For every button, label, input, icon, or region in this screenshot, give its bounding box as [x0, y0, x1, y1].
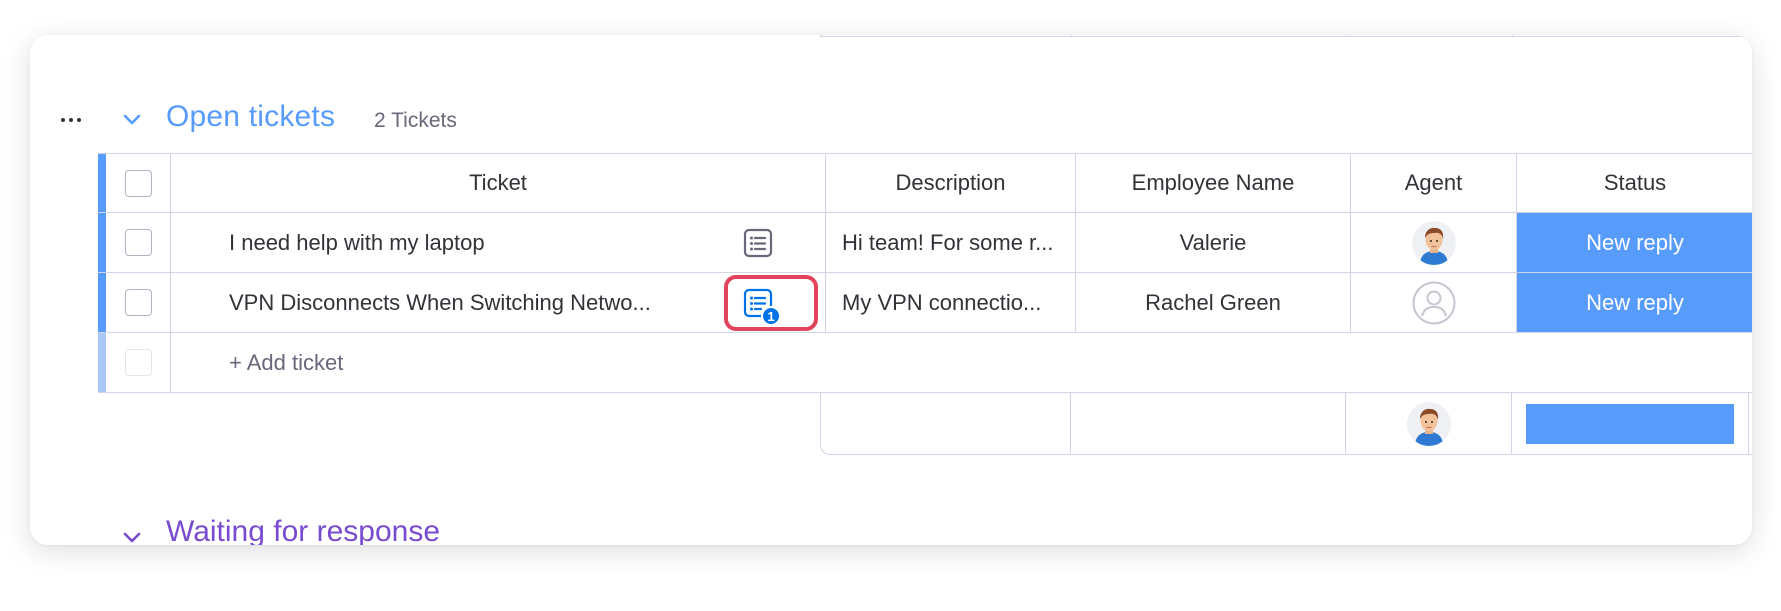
row-select-cell [106, 333, 171, 392]
next-group-title[interactable]: Waiting for response [166, 515, 440, 545]
ticket-name[interactable]: I need help with my laptop [229, 213, 485, 272]
agent-avatar[interactable] [1411, 220, 1456, 265]
updates-list-icon [743, 228, 773, 258]
updates-icon[interactable]: 1 [741, 286, 781, 326]
group-header: Open tickets 2 Tickets [30, 97, 1752, 147]
summary-status[interactable] [1512, 393, 1749, 454]
updates-count-badge: 1 [761, 306, 781, 326]
agent-cell[interactable] [1351, 213, 1517, 272]
add-ticket-row[interactable]: + Add ticket [98, 333, 1752, 393]
column-header-ticket[interactable]: Ticket [171, 154, 826, 212]
status-cell[interactable]: New reply [1517, 213, 1752, 272]
status-label[interactable]: New reply [1517, 273, 1752, 332]
select-all-checkbox[interactable] [124, 169, 152, 197]
summary-employee [1071, 393, 1346, 454]
status-cell[interactable]: New reply [1517, 273, 1752, 332]
group-color-bar [98, 154, 106, 212]
summary-agent[interactable] [1346, 393, 1512, 454]
more-actions-icon[interactable] [56, 105, 86, 135]
add-row-checkbox [124, 349, 152, 376]
table-row[interactable]: I need help with my laptop Hi team! For … [98, 213, 1752, 273]
summary-extra [1749, 393, 1752, 454]
table-row[interactable]: VPN Disconnects When Switching Netwo... … [98, 273, 1752, 333]
add-ticket-cell[interactable]: + Add ticket [171, 333, 1752, 392]
ticket-cell[interactable]: I need help with my laptop [171, 213, 826, 272]
group-summary-row [820, 393, 1752, 455]
summary-description [821, 393, 1071, 454]
board-card: Open tickets 2 Tickets Ticket Descriptio… [30, 35, 1752, 545]
status-label[interactable]: New reply [1517, 213, 1752, 272]
agent-avatar[interactable] [1406, 401, 1451, 446]
group-color-bar [98, 273, 106, 332]
chevron-down-icon[interactable] [120, 525, 144, 545]
group-item-count: 2 Tickets [374, 109, 457, 132]
employee-cell[interactable]: Valerie [1076, 213, 1351, 272]
table-header-row: Ticket Description Employee Name Agent S… [98, 153, 1752, 213]
group-color-bar [98, 333, 106, 392]
description-cell[interactable]: My VPN connectio... [826, 273, 1076, 332]
tickets-table: Ticket Description Employee Name Agent S… [98, 153, 1752, 393]
add-ticket-input[interactable]: + Add ticket [229, 350, 343, 376]
column-header-status[interactable]: Status [1517, 154, 1752, 212]
employee-cell[interactable]: Rachel Green [1076, 273, 1351, 332]
chevron-down-icon[interactable] [120, 107, 144, 131]
status-distribution-bar[interactable] [1526, 403, 1734, 444]
ticket-cell[interactable]: VPN Disconnects When Switching Netwo... … [171, 273, 826, 332]
updates-icon[interactable] [741, 226, 775, 260]
group-color-bar [98, 213, 106, 272]
ticket-name[interactable]: VPN Disconnects When Switching Netwo... [229, 273, 651, 332]
row-checkbox[interactable] [124, 289, 152, 316]
column-header-agent[interactable]: Agent [1351, 154, 1517, 212]
row-checkbox[interactable] [124, 229, 152, 256]
agent-cell[interactable] [1351, 273, 1517, 332]
column-header-employee[interactable]: Employee Name [1076, 154, 1351, 212]
column-header-description[interactable]: Description [826, 154, 1076, 212]
empty-person-icon[interactable] [1412, 281, 1456, 325]
row-select-cell[interactable] [106, 213, 171, 272]
group-title[interactable]: Open tickets [166, 100, 335, 134]
description-cell[interactable]: Hi team! For some r... [826, 213, 1076, 272]
previous-group-summary-edge [820, 35, 1752, 37]
select-all-cell[interactable] [106, 154, 171, 212]
next-group-header: Waiting for response [120, 515, 720, 545]
row-select-cell[interactable] [106, 273, 171, 332]
